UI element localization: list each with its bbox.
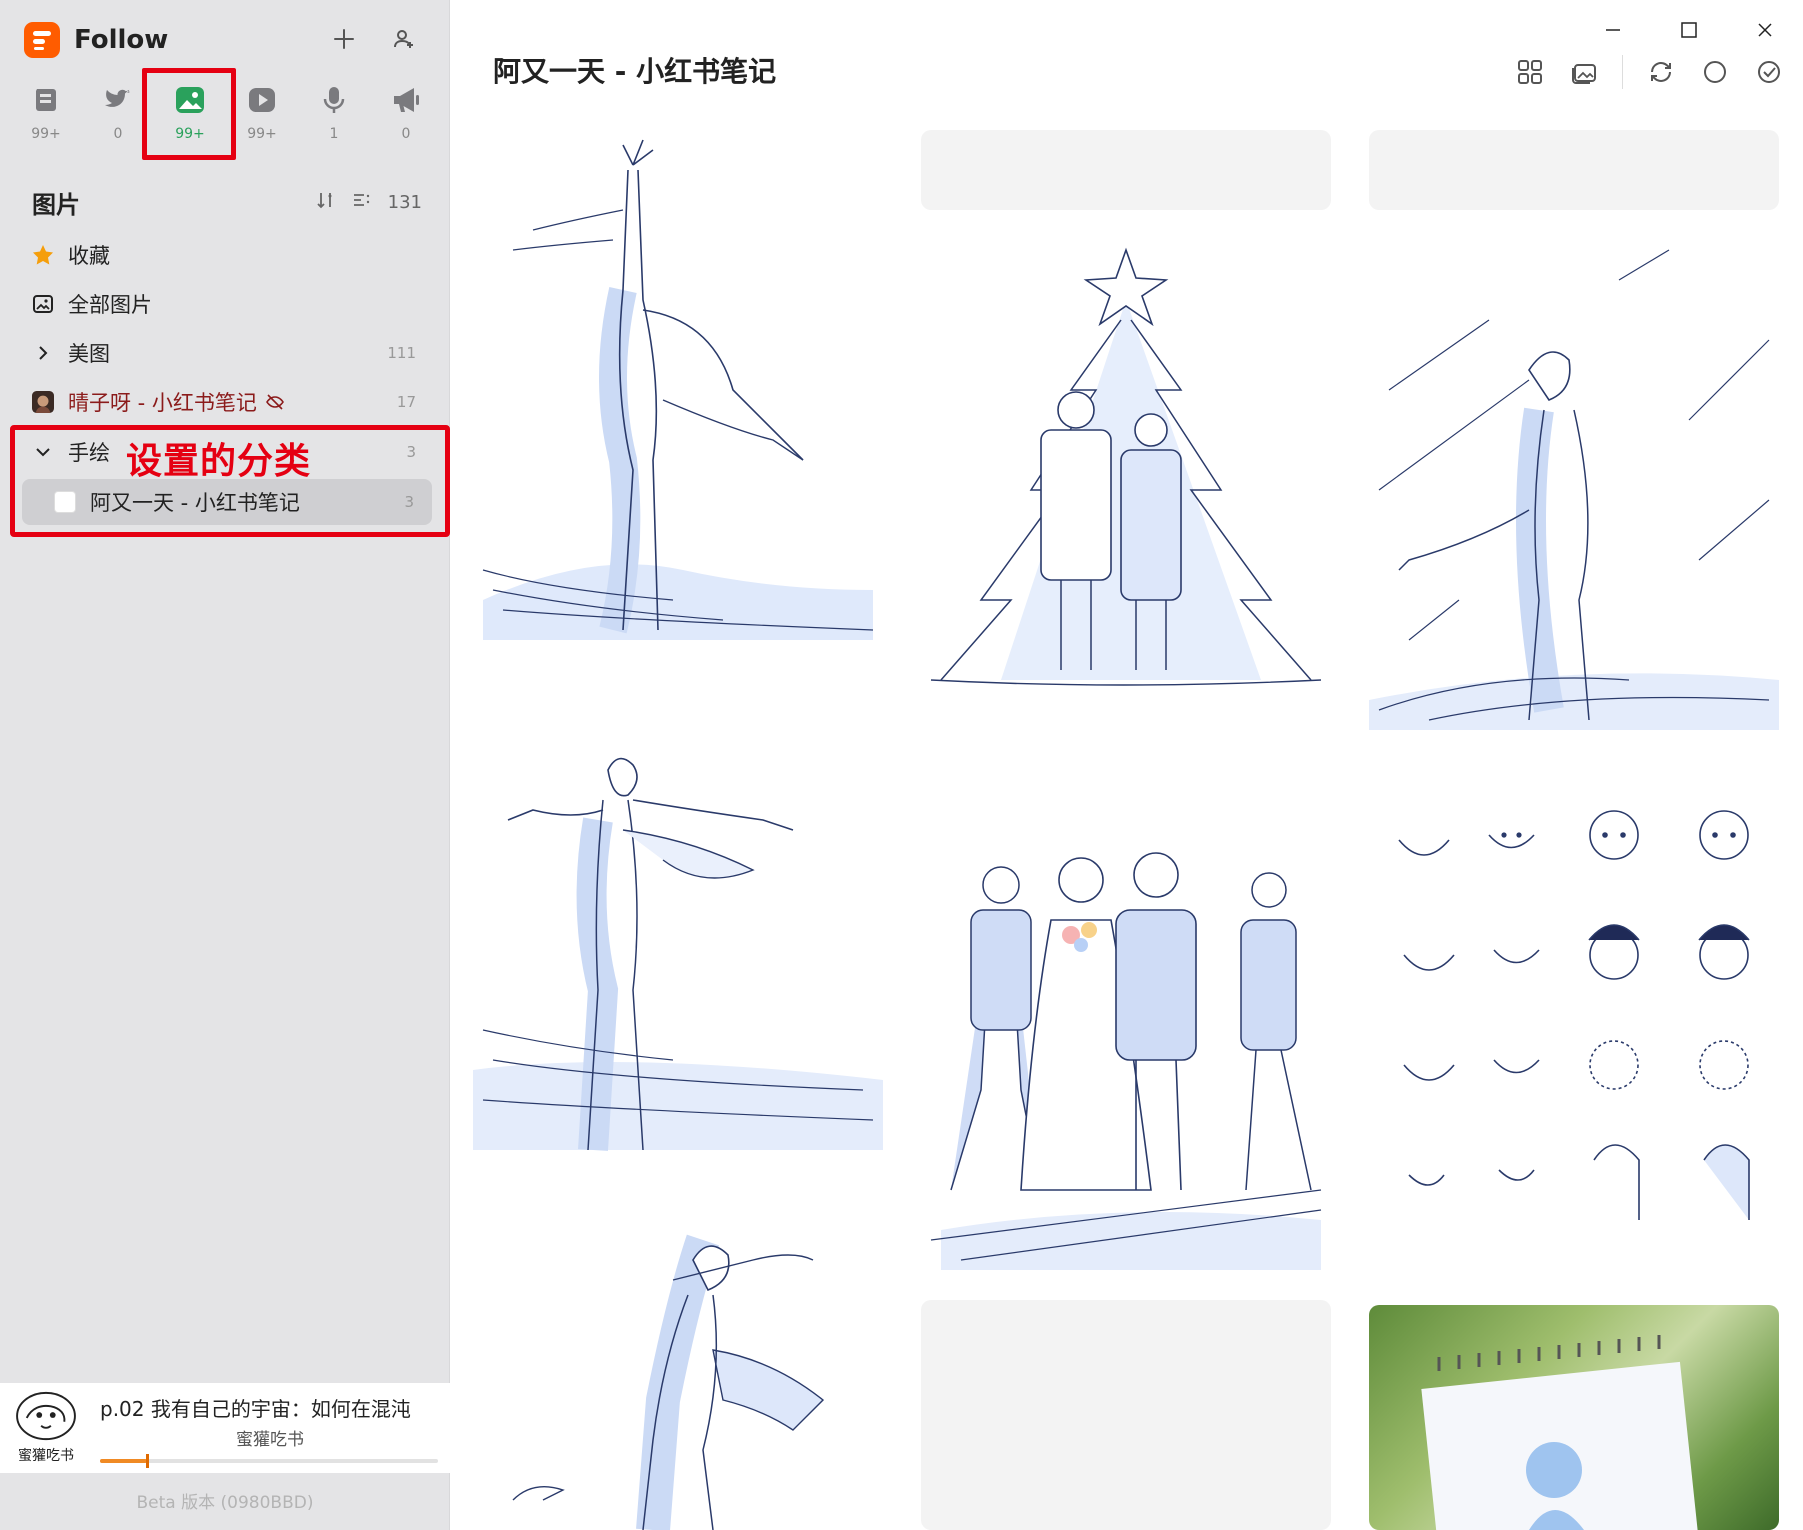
megaphone-icon (388, 82, 424, 118)
add-icon[interactable] (327, 22, 361, 56)
section-header: 图片 131 (32, 185, 422, 219)
image-icon (32, 293, 54, 315)
content-toolbar (1496, 52, 1789, 92)
star-icon (32, 244, 54, 266)
image-card[interactable] (473, 730, 883, 1170)
maximize-icon[interactable] (1651, 10, 1727, 50)
minimize-icon[interactable] (1575, 10, 1651, 50)
chevron-right-icon[interactable] (32, 342, 54, 364)
article-icon (28, 82, 64, 118)
image-card[interactable] (473, 130, 883, 640)
list-filter-icon[interactable] (352, 190, 372, 215)
cover-label: 蜜獾吃书 (18, 1448, 74, 1464)
view-count: 99+ (247, 126, 277, 142)
view-highlight-box (142, 68, 236, 160)
eye-off-icon (265, 392, 285, 412)
microphone-icon (316, 82, 352, 118)
image-card-photo[interactable] (1369, 1305, 1779, 1530)
progress-fill (100, 1459, 148, 1463)
refresh-icon[interactable] (1641, 52, 1681, 92)
gallery-icon[interactable] (1564, 52, 1604, 92)
toolbar-divider (1622, 55, 1623, 89)
image-card[interactable] (1369, 240, 1779, 730)
section-total-count: 131 (387, 191, 422, 213)
audio-player[interactable]: 蜜獾吃书 p.02 我有自己的宇宙：如何在混沌 蜜獾吃书 (0, 1383, 450, 1473)
window-controls (1575, 10, 1803, 50)
section-title: 图片 (32, 190, 80, 219)
sidebar-item-all-images[interactable]: 全部图片 (32, 284, 422, 324)
user-add-icon[interactable] (387, 22, 421, 56)
progress-handle[interactable] (146, 1454, 150, 1468)
image-placeholder[interactable] (921, 1300, 1331, 1530)
twitter-icon (100, 82, 136, 118)
version-label: Beta 版本 (0980BBD) (136, 1493, 314, 1513)
podcast-cover[interactable]: 蜜獾吃书 (8, 1389, 84, 1465)
close-icon[interactable] (1727, 10, 1803, 50)
view-tab-audio[interactable]: 1 (304, 82, 364, 152)
mark-unread-icon[interactable] (1695, 52, 1735, 92)
sidebar-item-meitu[interactable]: 美图 111 (32, 333, 422, 373)
sidebar-item-favorites[interactable]: 收藏 (32, 235, 422, 275)
app-name: Follow (74, 25, 169, 55)
view-tab-articles[interactable]: 99+ (16, 82, 76, 152)
podcast-name: 蜜獾吃书 (236, 1430, 304, 1450)
view-tab-videos[interactable]: 99+ (232, 82, 292, 152)
view-count: 0 (113, 126, 123, 142)
grid-view-icon[interactable] (1510, 52, 1550, 92)
view-tab-social[interactable]: 0 (88, 82, 148, 152)
view-count: 0 (401, 126, 411, 142)
feed-avatar (32, 391, 54, 413)
brand: Follow (24, 22, 168, 58)
image-card[interactable] (473, 1200, 883, 1530)
main-content: 阿又一天 - 小红书笔记 (451, 0, 1803, 1530)
progress-bar[interactable] (100, 1454, 438, 1468)
view-tab-notifications[interactable]: 0 (376, 82, 436, 152)
mark-all-read-icon[interactable] (1749, 52, 1789, 92)
video-icon (244, 82, 280, 118)
sidebar-actions (327, 22, 421, 56)
view-count: 99+ (31, 126, 61, 142)
sidebar-item-qingziya[interactable]: 晴子呀 - 小红书笔记 17 (32, 382, 422, 422)
sidebar-item-label: 收藏 (68, 244, 110, 268)
sidebar-item-label: 美图 (68, 342, 110, 366)
image-card[interactable] (921, 240, 1331, 710)
page-title: 阿又一天 - 小红书笔记 (493, 55, 777, 88)
image-placeholder[interactable] (1369, 130, 1779, 210)
app-window: Follow 99+ 0 99+ 99+ 1 0 图片 131 收藏 全部图片 … (0, 0, 1803, 1530)
image-card[interactable] (921, 770, 1331, 1270)
episode-title: p.02 我有自己的宇宙：如何在混沌 (100, 1397, 411, 1421)
category-annotation: 设置的分类 (126, 441, 312, 482)
sidebar-item-label: 晴子呀 - 小红书笔记 (68, 391, 257, 415)
view-count: 1 (329, 126, 339, 142)
follow-logo-icon (24, 22, 60, 58)
unread-count: 17 (396, 393, 416, 411)
image-placeholder[interactable] (921, 130, 1331, 210)
image-card[interactable] (1369, 790, 1779, 1260)
sidebar: Follow 99+ 0 99+ 99+ 1 0 图片 131 收藏 全部图片 … (0, 0, 450, 1530)
sort-icon[interactable] (316, 190, 336, 215)
section-tools: 131 (316, 190, 422, 215)
unread-count: 111 (387, 344, 416, 362)
sidebar-item-label: 全部图片 (68, 293, 152, 317)
